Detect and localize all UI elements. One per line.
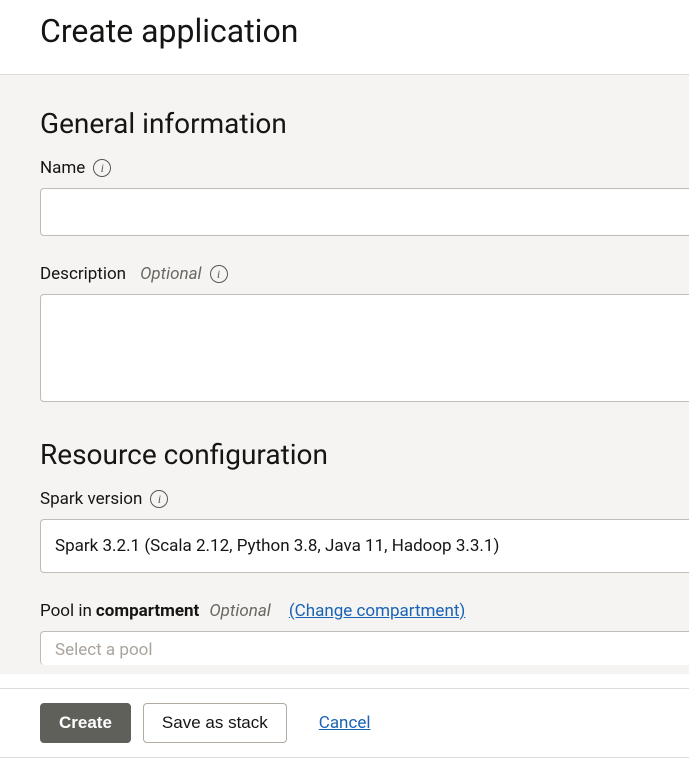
description-label-row: Description Optional i [40,264,689,284]
resource-config-heading: Resource configuration [40,438,689,471]
info-icon[interactable]: i [150,490,168,508]
footer-bar: Create Save as stack Cancel [0,688,689,758]
save-as-stack-button[interactable]: Save as stack [143,703,287,743]
cancel-link[interactable]: Cancel [319,713,371,733]
page-title: Create application [40,12,649,50]
name-input[interactable] [40,188,689,236]
compartment-name: compartment [96,601,199,621]
description-field: Description Optional i [40,264,689,406]
info-icon[interactable]: i [93,159,111,177]
spark-version-field: Spark version i Spark 3.2.1 (Scala 2.12,… [40,489,689,573]
create-button[interactable]: Create [40,703,131,743]
pool-field: Pool in compartment Optional (Change com… [40,601,689,665]
spark-version-value: Spark 3.2.1 (Scala 2.12, Python 3.8, Jav… [55,536,499,556]
pool-label-prefix: Pool in [40,601,92,621]
name-label-row: Name i [40,158,689,178]
spark-version-label-row: Spark version i [40,489,689,509]
info-icon[interactable]: i [210,265,228,283]
change-compartment-link[interactable]: (Change compartment) [289,601,465,621]
pool-select[interactable]: Select a pool [40,631,689,665]
general-info-heading: General information [40,107,689,140]
form-panel: General information Name i Description O… [0,74,689,674]
optional-tag: Optional [140,264,202,284]
spark-version-select[interactable]: Spark 3.2.1 (Scala 2.12, Python 3.8, Jav… [40,519,689,573]
description-label: Description [40,264,126,284]
optional-tag: Optional [209,601,271,621]
description-input[interactable] [40,294,689,402]
spark-version-label: Spark version [40,489,142,509]
pool-placeholder: Select a pool [55,640,152,660]
pool-label-row: Pool in compartment Optional (Change com… [40,601,689,621]
name-label: Name [40,158,85,178]
page-header: Create application [0,0,689,74]
name-field: Name i [40,158,689,236]
